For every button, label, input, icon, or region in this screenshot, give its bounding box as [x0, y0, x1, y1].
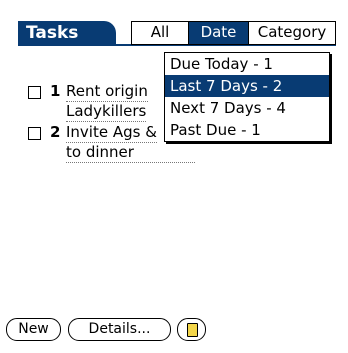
task-checkbox[interactable]	[28, 127, 41, 140]
filter-tabs: All Date Category	[131, 21, 336, 45]
note-button[interactable]	[177, 318, 206, 341]
date-filter-menu: Due Today - 1 Last 7 Days - 2 Next 7 Day…	[164, 52, 330, 142]
task-description-line[interactable]: Rent origin	[66, 82, 148, 102]
app-title: Tasks	[18, 21, 116, 46]
tab-date[interactable]: Date	[189, 22, 249, 44]
task-description-line[interactable]: Invite Ags &	[66, 123, 157, 143]
menu-item-next-7-days[interactable]: Next 7 Days - 4	[165, 97, 329, 119]
details-button[interactable]: Details...	[68, 318, 171, 341]
task-checkbox[interactable]	[28, 86, 41, 99]
menu-item-due-today[interactable]: Due Today - 1	[165, 53, 329, 75]
menu-item-past-due[interactable]: Past Due - 1	[165, 119, 329, 141]
menu-item-last-7-days[interactable]: Last 7 Days - 2	[165, 75, 329, 97]
tab-category[interactable]: Category	[249, 22, 335, 44]
task-number: 1	[50, 82, 61, 100]
task-description-line[interactable]: to dinner	[66, 143, 195, 163]
note-icon	[187, 323, 198, 337]
tab-all[interactable]: All	[132, 22, 189, 44]
task-description-line[interactable]: Ladykillers	[66, 102, 147, 122]
new-button[interactable]: New	[6, 318, 61, 341]
task-number: 2	[50, 123, 61, 141]
